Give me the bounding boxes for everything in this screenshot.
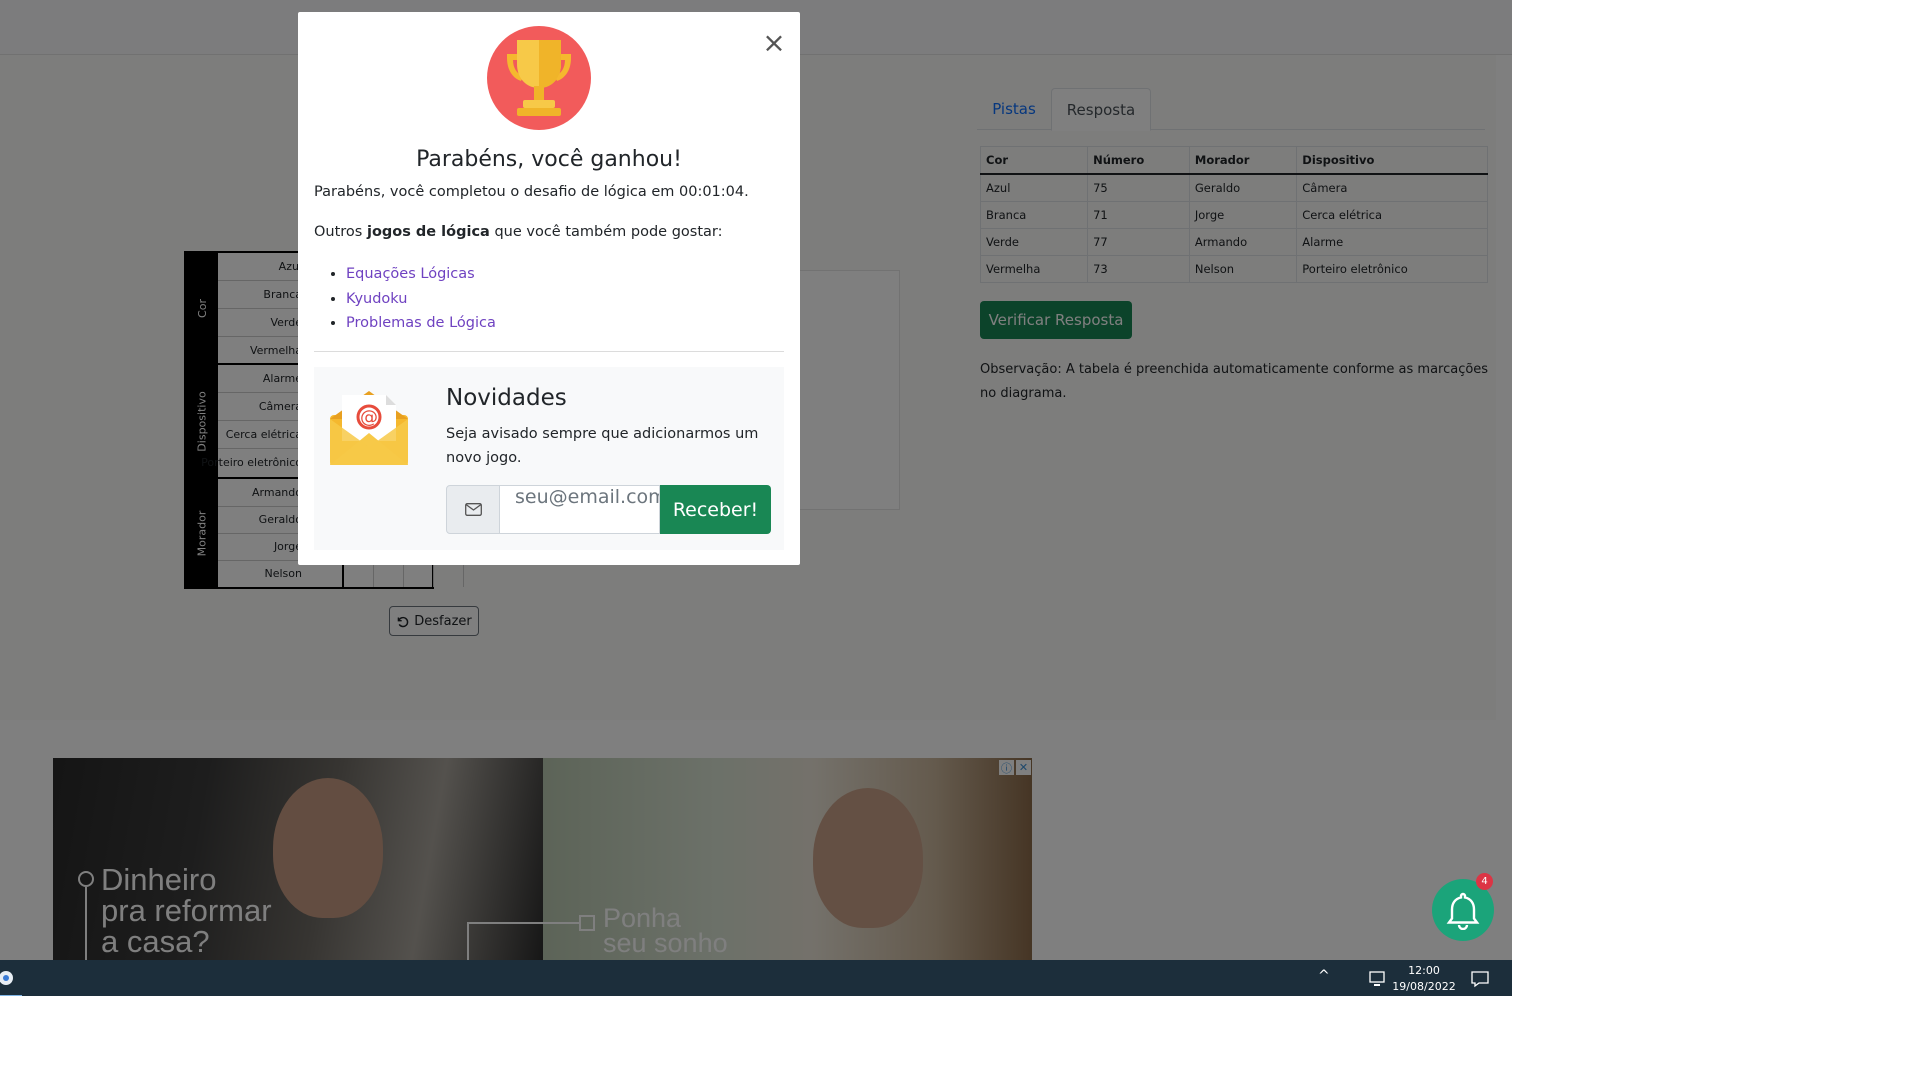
email-input[interactable]: seu@email.com xyxy=(500,485,660,534)
bell-icon xyxy=(1446,892,1480,930)
win-modal: × Parabéns, você ganhou! Parabéns, você … xyxy=(298,12,800,565)
app-icon[interactable] xyxy=(0,966,18,990)
game-link-problemas[interactable]: Problemas de Lógica xyxy=(346,311,496,336)
network-icon[interactable] xyxy=(1368,970,1388,988)
divider xyxy=(314,351,784,352)
game-link-equacoes[interactable]: Equações Lógicas xyxy=(346,262,496,287)
clock-time: 12:00 xyxy=(1408,964,1440,977)
other-games-suffix: que você também pode gostar: xyxy=(489,224,723,240)
close-icon[interactable]: × xyxy=(760,29,788,58)
modal-title: Parabéns, você ganhou! xyxy=(416,147,682,172)
taskbar: ^ 12:00 19/08/2022 xyxy=(0,960,1512,996)
clock-date: 19/08/2022 xyxy=(1392,980,1456,993)
svg-text:@: @ xyxy=(360,407,378,428)
chevron-up-icon[interactable]: ^ xyxy=(1318,968,1330,984)
game-link-kyudoku[interactable]: Kyudoku xyxy=(346,287,496,312)
email-envelope-icon: @ xyxy=(330,391,408,465)
mail-icon xyxy=(446,485,500,534)
screen: Cor Azul Branca Verde Vermelha Dispositi… xyxy=(0,0,1512,996)
active-app-indicator xyxy=(0,995,22,996)
newsletter-title: Novidades xyxy=(446,385,567,411)
trophy-icon xyxy=(487,26,591,130)
newsletter-text: Seja avisado sempre que adicionarmos um … xyxy=(446,426,759,466)
action-center-icon[interactable] xyxy=(1470,970,1490,988)
other-games-list: Equações Lógicas Kyudoku Problemas de Ló… xyxy=(346,262,496,336)
clock[interactable]: 12:00 19/08/2022 xyxy=(1390,963,1458,995)
notification-badge: 4 xyxy=(1476,873,1493,890)
newsletter-box: @ Novidades Seja avisado sempre que adic… xyxy=(314,367,784,550)
completion-text: Parabéns, você completou o desafio de ló… xyxy=(314,184,749,200)
other-games-bold: jogos de lógica xyxy=(366,224,490,240)
newsletter-form: seu@email.com Receber! xyxy=(446,485,771,534)
other-games-prefix: Outros xyxy=(314,224,367,240)
other-games-text: Outros jogos de lógica que você também p… xyxy=(314,224,723,240)
subscribe-button[interactable]: Receber! xyxy=(660,485,771,534)
